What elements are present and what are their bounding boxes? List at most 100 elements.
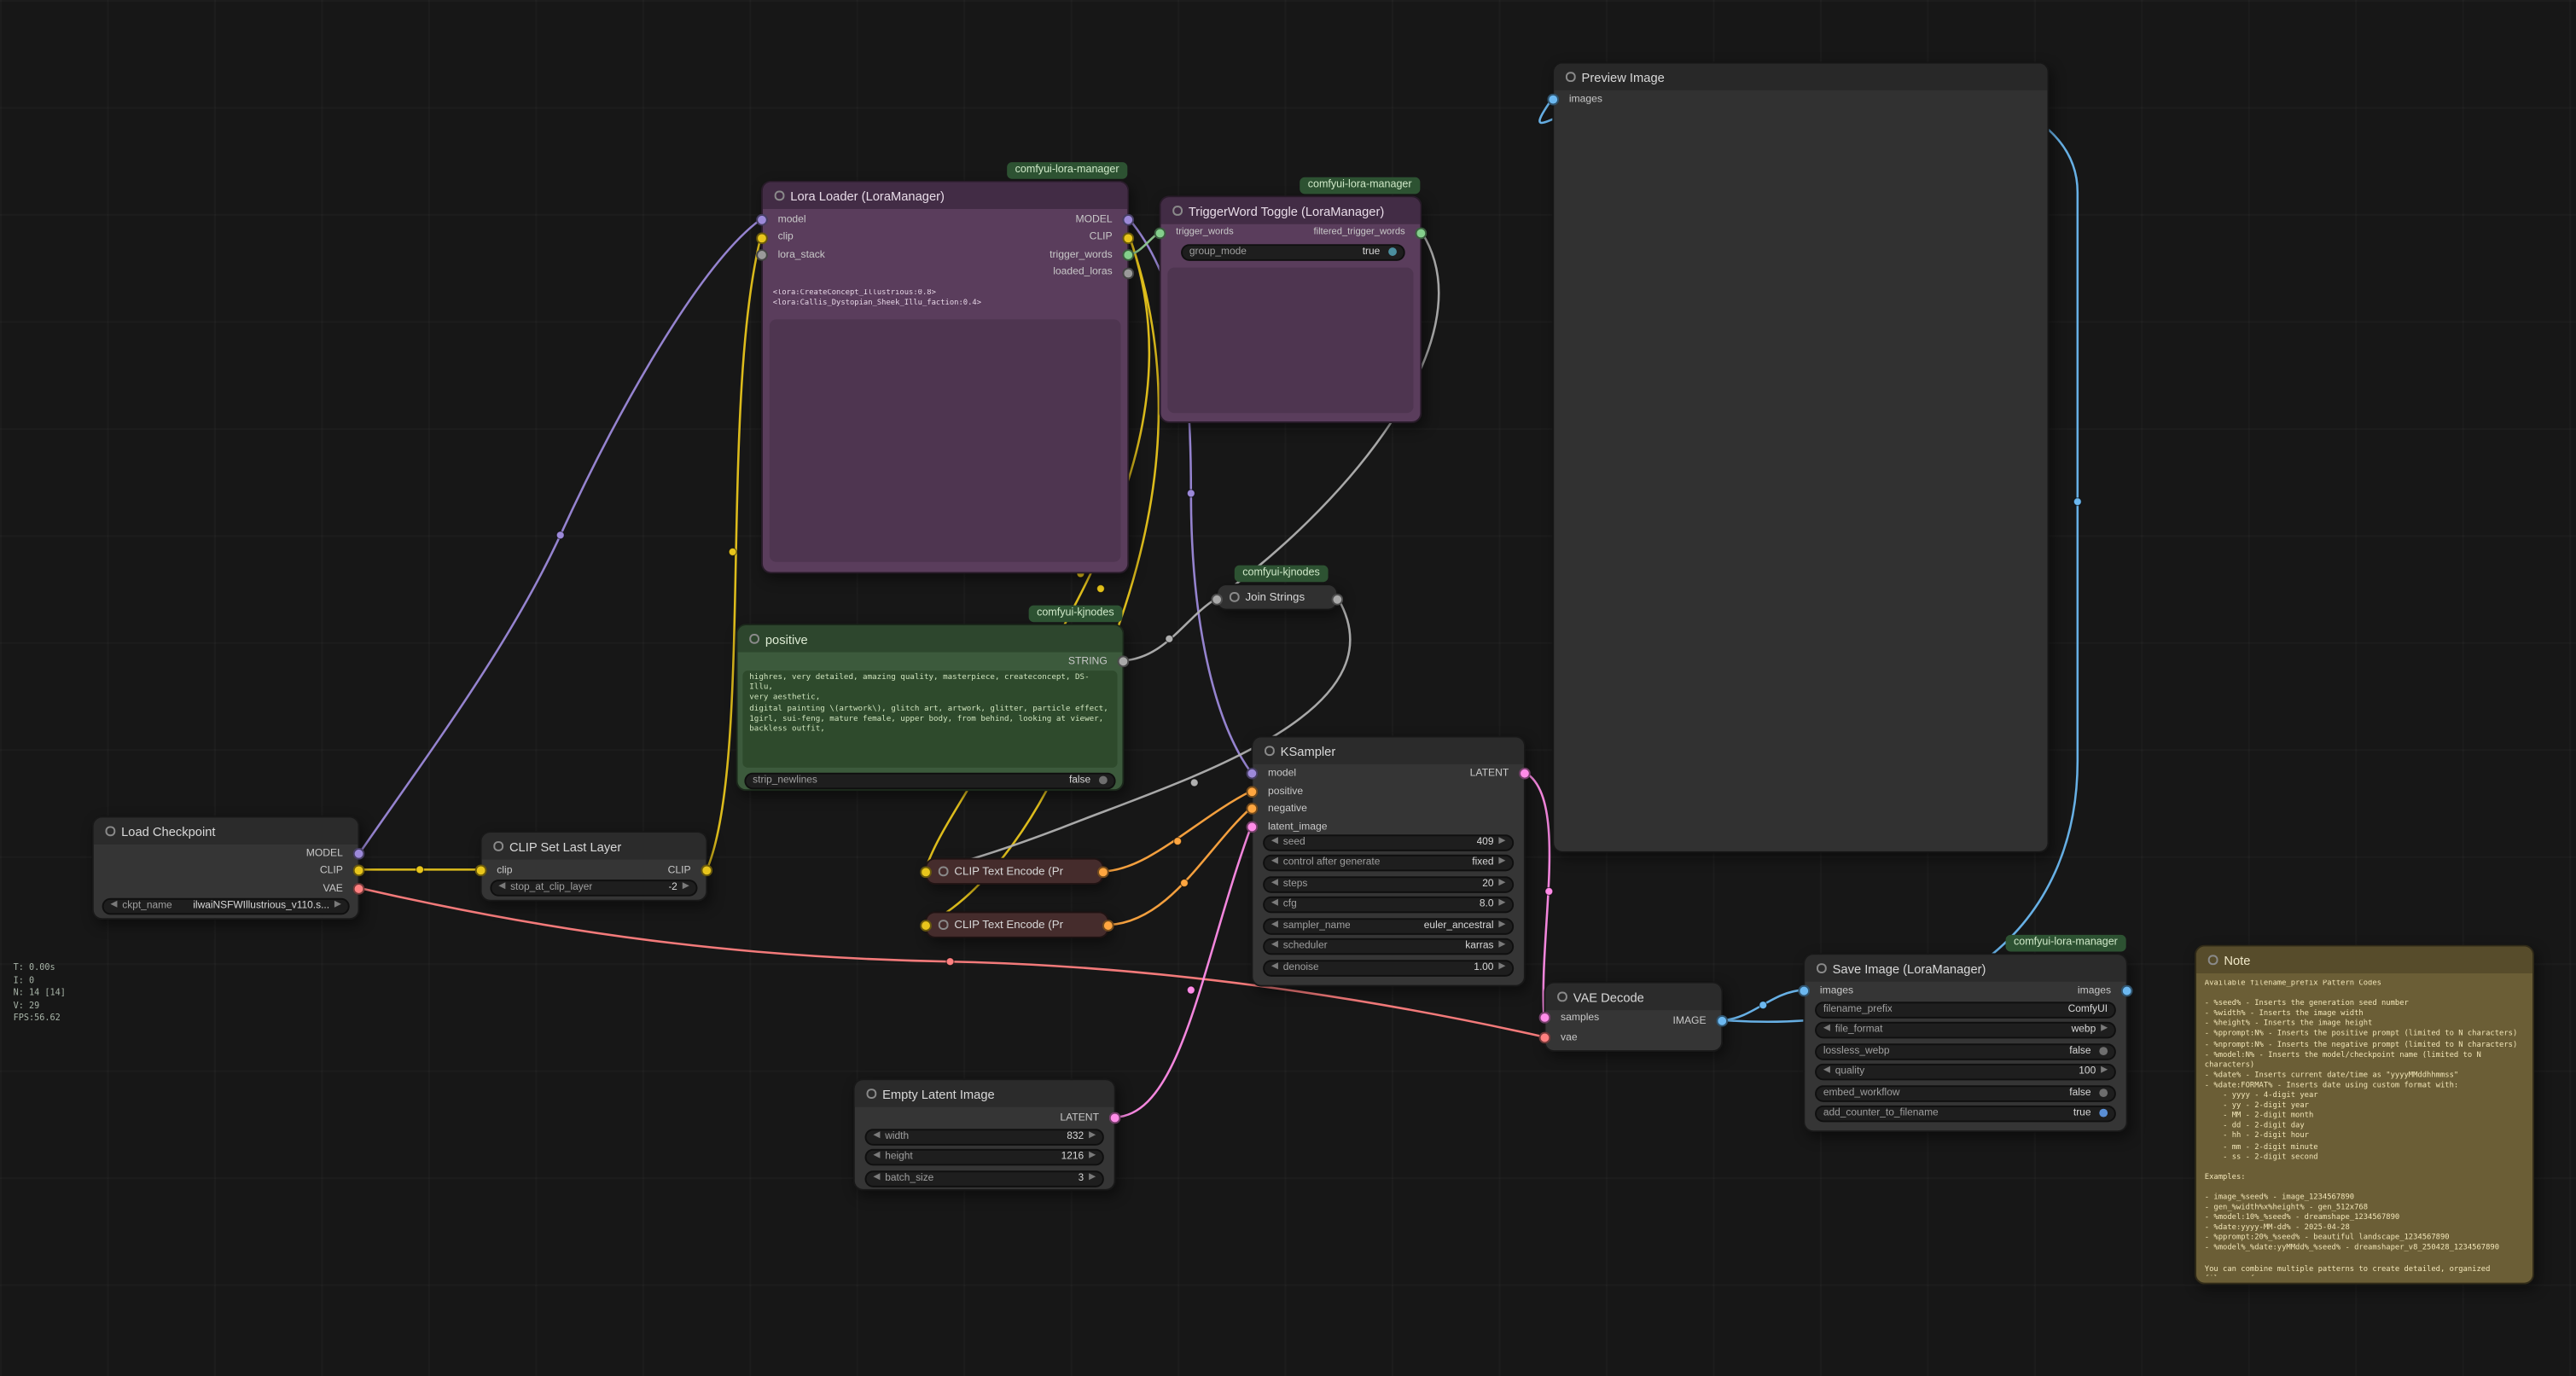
node-preview-image[interactable]: Preview Image images	[1552, 62, 2049, 853]
stepper-left-icon[interactable]	[873, 1171, 880, 1187]
node-ksampler[interactable]: KSampler model positive negative latent_…	[1251, 736, 1526, 987]
node-vae-decode[interactable]: VAE Decode samples vae IMAGE	[1544, 982, 1723, 1052]
node-note[interactable]: Note Available filename_prefix Pattern C…	[2195, 945, 2534, 1285]
model-input-pin[interactable]	[756, 214, 768, 226]
stepper-left-icon[interactable]	[1271, 961, 1278, 976]
string-output-pin[interactable]	[1118, 655, 1130, 667]
stepper-left-icon[interactable]	[1271, 835, 1278, 851]
node-graph-canvas[interactable]: T: 0.00s I: 0 N: 14 [14] V: 29 FPS:56.62…	[0, 0, 2576, 1376]
stepper-right-icon[interactable]	[683, 880, 689, 896]
lora-cards-area[interactable]	[770, 319, 1121, 561]
stepper-right-icon[interactable]	[1089, 1149, 1096, 1164]
clip-output-pin[interactable]	[353, 865, 365, 877]
quality-widget[interactable]: quality 100	[1815, 1064, 2116, 1080]
node-clip-text-encode-negative[interactable]: CLIP Text Encode (Pr	[925, 911, 1109, 938]
control-after-generate-widget[interactable]: control after generate fixed	[1263, 855, 1514, 871]
stepper-left-icon[interactable]	[873, 1149, 880, 1164]
vae-output-pin[interactable]	[353, 883, 365, 895]
clip-input-pin[interactable]	[475, 865, 487, 877]
positive-input-pin[interactable]	[1246, 786, 1258, 798]
height-widget[interactable]: height 1216	[865, 1149, 1104, 1165]
node-header[interactable]: CLIP Set Last Layer	[482, 833, 707, 859]
node-save-image[interactable]: comfyui-lora-manager Save Image (LoraMan…	[1803, 953, 2127, 1132]
stop-at-clip-layer-widget[interactable]: stop_at_clip_layer -2	[490, 880, 697, 896]
clip-input-pin[interactable]	[920, 920, 932, 932]
negative-input-pin[interactable]	[1246, 803, 1258, 815]
stepper-right-icon[interactable]	[1498, 938, 1505, 954]
trigger-words-area[interactable]	[1167, 268, 1413, 414]
model-output-pin[interactable]	[353, 848, 365, 860]
node-header[interactable]: Lora Loader (LoraManager)	[763, 183, 1127, 209]
stepper-left-icon[interactable]	[1271, 855, 1278, 870]
cfg-widget[interactable]: cfg 8.0	[1263, 897, 1514, 913]
stepper-right-icon[interactable]	[1498, 961, 1505, 976]
stepper-right-icon[interactable]	[1089, 1171, 1096, 1187]
stepper-left-icon[interactable]	[1271, 938, 1278, 954]
lora-stack-input-pin[interactable]	[756, 249, 768, 261]
stepper-left-icon[interactable]	[873, 1129, 880, 1145]
collapse-toggle-icon[interactable]	[866, 1089, 875, 1099]
node-header[interactable]: Note	[2196, 947, 2532, 973]
collapse-toggle-icon[interactable]	[1230, 592, 1239, 601]
stepper-right-icon[interactable]	[2101, 1022, 2108, 1037]
collapse-toggle-icon[interactable]	[939, 867, 948, 876]
image-output-pin[interactable]	[1716, 1015, 1728, 1027]
loaded-loras-output-pin[interactable]	[1122, 268, 1134, 280]
node-join-strings[interactable]: comfyui-kjnodes Join Strings	[1216, 583, 1338, 610]
node-lora-loader[interactable]: comfyui-lora-manager Lora Loader (LoraMa…	[761, 181, 1129, 574]
node-header[interactable]: Save Image (LoraManager)	[1805, 955, 2125, 981]
filename-prefix-widget[interactable]: filename_prefix ComfyUI	[1815, 1002, 2116, 1018]
clip-input-pin[interactable]	[920, 866, 932, 878]
clip-output-pin[interactable]	[1122, 232, 1134, 244]
steps-widget[interactable]: steps 20	[1263, 876, 1514, 892]
node-header[interactable]: Empty Latent Image	[855, 1080, 1114, 1106]
stepper-left-icon[interactable]	[1271, 919, 1278, 934]
toggle-knob-icon[interactable]	[2099, 1089, 2108, 1098]
collapse-toggle-icon[interactable]	[1172, 206, 1182, 216]
node-header[interactable]: Load Checkpoint	[94, 818, 358, 845]
stepper-right-icon[interactable]	[2101, 1064, 2108, 1079]
node-positive-prompt[interactable]: comfyui-kjnodes positive STRING highres,…	[736, 624, 1125, 791]
node-triggerword-toggle[interactable]: comfyui-lora-manager TriggerWord Toggle …	[1160, 195, 1422, 423]
sampler-name-widget[interactable]: sampler_name euler_ancestral	[1263, 918, 1514, 934]
toggle-knob-icon[interactable]	[1099, 776, 1108, 785]
conditioning-output-pin[interactable]	[1097, 866, 1109, 878]
stepper-left-icon[interactable]	[1271, 897, 1278, 912]
node-load-checkpoint[interactable]: Load Checkpoint MODEL CLIP VAE ckpt_name…	[92, 816, 360, 920]
width-widget[interactable]: width 832	[865, 1129, 1104, 1145]
string-output-pin[interactable]	[1331, 594, 1343, 606]
latent-output-pin[interactable]	[1109, 1112, 1121, 1124]
denoise-widget[interactable]: denoise 1.00	[1263, 960, 1514, 976]
collapse-toggle-icon[interactable]	[1557, 992, 1567, 1002]
collapse-toggle-icon[interactable]	[1566, 73, 1575, 82]
node-header[interactable]: positive	[738, 625, 1123, 652]
collapse-toggle-icon[interactable]	[1265, 746, 1274, 756]
stepper-left-icon[interactable]	[1271, 877, 1278, 892]
collapse-toggle-icon[interactable]	[493, 842, 503, 851]
prompt-textarea[interactable]: highres, very detailed, amazing quality,…	[742, 671, 1117, 768]
collapse-toggle-icon[interactable]	[939, 920, 948, 930]
samples-input-pin[interactable]	[1539, 1012, 1551, 1024]
file-format-widget[interactable]: file_format webp	[1815, 1022, 2116, 1038]
stepper-right-icon[interactable]	[1498, 877, 1505, 892]
collapse-toggle-icon[interactable]	[775, 191, 784, 200]
node-empty-latent-image[interactable]: Empty Latent Image LATENT width 832 heig…	[853, 1078, 1116, 1190]
stepper-left-icon[interactable]	[1823, 1064, 1830, 1079]
collapse-toggle-icon[interactable]	[2208, 955, 2218, 965]
clip-output-pin[interactable]	[701, 865, 712, 877]
stepper-right-icon[interactable]	[1498, 835, 1505, 851]
batch-size-widget[interactable]: batch_size 3	[865, 1170, 1104, 1187]
node-header[interactable]: TriggerWord Toggle (LoraManager)	[1161, 197, 1421, 224]
collapse-toggle-icon[interactable]	[106, 827, 115, 836]
vae-input-pin[interactable]	[1539, 1032, 1551, 1044]
node-header[interactable]: Preview Image	[1554, 63, 2047, 90]
trigger-words-output-pin[interactable]	[1122, 249, 1134, 261]
latent-image-input-pin[interactable]	[1246, 822, 1258, 833]
node-clip-set-last-layer[interactable]: CLIP Set Last Layer clip CLIP stop_at_cl…	[480, 831, 708, 901]
node-header[interactable]: VAE Decode	[1545, 984, 1721, 1010]
stepper-right-icon[interactable]	[1498, 919, 1505, 934]
toggle-knob-icon[interactable]	[1388, 248, 1397, 257]
model-input-pin[interactable]	[1246, 768, 1258, 780]
trigger-words-input-pin[interactable]	[1154, 228, 1166, 240]
node-header[interactable]: KSampler	[1253, 738, 1524, 764]
